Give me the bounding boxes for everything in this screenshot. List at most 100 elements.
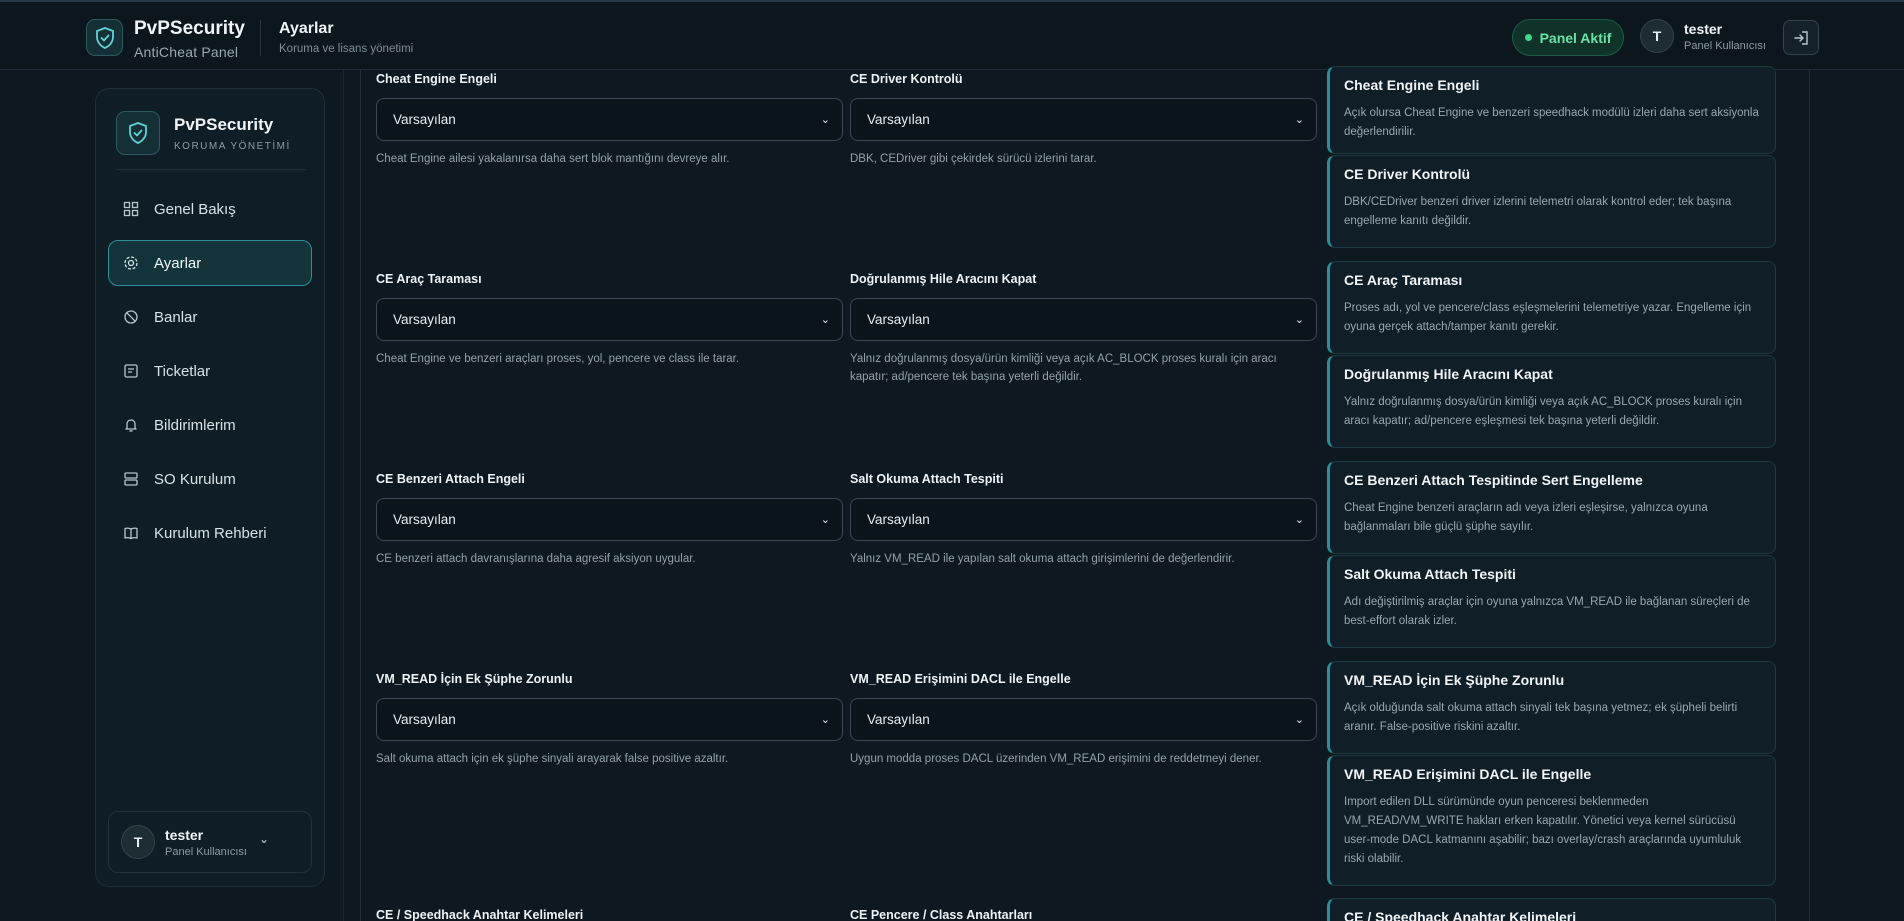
sidebar-brand-title: PvPSecurity [174,114,274,134]
logout-button[interactable] [1783,20,1819,55]
content-divider [343,70,344,921]
info-card-desc: Import edilen DLL sürümünde oyun pencere… [1344,796,1742,865]
info-card-title: CE Benzeri Attach Tespitinde Sert Engell… [1344,472,1643,488]
info-card-vm-read-dacl: VM_READ Erişimini DACL ile Engelle Impor… [1327,755,1776,886]
info-card-vm-read-ek-suphe: VM_READ İçin Ek Şüphe Zorunlu Açık olduğ… [1327,661,1776,754]
logout-icon [1794,30,1808,45]
setting-ce-speedhack-anahtar: CE / Speedhack Anahtar Kelimeleri [376,908,843,921]
setting-ce-pencere-class: CE Pencere / Class Anahtarları [850,908,1317,921]
setting-select[interactable]: Varsayılan ⌄ [850,698,1317,741]
select-value: Varsayılan [393,712,456,727]
setting-select[interactable]: Varsayılan ⌄ [376,298,843,341]
page-title: Ayarlar [279,20,334,37]
setting-select[interactable]: Varsayılan ⌄ [376,498,843,541]
user-name: tester [1684,20,1723,37]
setting-hint: Yalnız VM_READ ile yapılan salt okuma at… [850,553,1235,565]
setting-hint: Uygun modda proses DACL üzerinden VM_REA… [850,753,1262,765]
page-subtitle: Koruma ve lisans yönetimi [279,43,414,55]
info-card-ce-speedhack-anahtar: CE / Speedhack Anahtar Kelimeleri [1327,898,1776,921]
setting-dogrulanmis-hile-araci: Doğrulanmış Hile Aracını Kapat Varsayıla… [850,272,1317,386]
setting-label: CE Driver Kontrolü [850,72,963,86]
info-card-ce-arac-taramasi: CE Araç Taraması Proses adı, yol ve penc… [1327,261,1776,354]
book-icon [124,527,138,540]
select-value: Varsayılan [867,712,930,727]
sidebar-item-ticketlar[interactable]: Ticketlar [108,348,312,394]
user-role: Panel Kullanıcısı [1684,39,1766,52]
setting-vm-read-ek-suphe: VM_READ İçin Ek Şüphe Zorunlu Varsayılan… [376,672,843,768]
sidebar-item-label: Banlar [154,308,198,326]
info-card-desc: Proses adı, yol ve pencere/class eşleşme… [1344,302,1752,333]
ticket-icon [124,364,138,378]
brand-subtitle: AntiCheat Panel [134,44,239,60]
sidebar-item-label: Bildirimlerim [154,416,236,434]
info-card-desc: Adı değiştirilmiş araçlar için oyuna yal… [1344,596,1750,627]
setting-select[interactable]: Varsayılan ⌄ [376,698,843,741]
info-card-ce-benzeri-attach: CE Benzeri Attach Tespitinde Sert Engell… [1327,461,1776,554]
sidebar-item-genel-bakis[interactable]: Genel Bakış [108,186,312,232]
setting-select[interactable]: Varsayılan ⌄ [850,98,1317,141]
status-badge: Panel Aktif [1512,19,1624,56]
setting-salt-okuma-attach: Salt Okuma Attach Tespiti Varsayılan ⌄ Ya… [850,472,1317,568]
chevron-down-icon: ⌄ [1294,514,1304,526]
chevron-down-icon: ⌄ [1294,714,1304,726]
header-divider [260,20,261,56]
sidebar-user-menu[interactable]: T tester Panel Kullanıcısı ⌄ [108,811,312,873]
info-card-title: Salt Okuma Attach Tespiti [1344,566,1516,582]
ban-icon [124,310,138,324]
sidebar-item-kurulum-rehberi[interactable]: Kurulum Rehberi [108,510,312,556]
info-card-ce-driver-kontrolu: CE Driver Kontrolü DBK/CEDriver benzeri … [1327,155,1776,248]
setting-vm-read-dacl: VM_READ Erişimini DACL ile Engelle Varsa… [850,672,1317,768]
sidebar-item-label: Genel Bakış [154,200,236,218]
brand-title: PvPSecurity [134,18,245,39]
sidebar-item-ayarlar[interactable]: Ayarlar [108,240,312,286]
avatar: T [121,825,155,859]
user-name: tester [165,826,204,843]
chevron-down-icon: ⌄ [820,714,830,726]
sidebar-item-label: Ayarlar [154,254,202,272]
chevron-down-icon: ⌄ [258,832,269,846]
shield-logo-icon [116,111,160,155]
setting-label: Salt Okuma Attach Tespiti [850,472,1004,486]
header-user[interactable]: T tester Panel Kullanıcısı [1640,19,1766,53]
user-role: Panel Kullanıcısı [165,845,247,858]
select-value: Varsayılan [867,112,930,127]
info-card-title: CE Araç Taraması [1344,272,1463,288]
setting-select[interactable]: Varsayılan ⌄ [850,298,1317,341]
setting-hint: Salt okuma attach için ek şüphe sinyali … [376,753,729,765]
sidebar-item-banlar[interactable]: Banlar [108,294,312,340]
info-card-desc: Yalnız doğrulanmış dosya/ürün kimliği ve… [1344,396,1742,427]
top-header: PvPSecurity AntiCheat Panel Ayarlar Koru… [0,0,1904,70]
select-value: Varsayılan [393,112,456,127]
sidebar-nav: Genel Bakış Ayarlar Banlar Ticketlar Bil… [108,186,312,564]
select-value: Varsayılan [393,312,456,327]
setting-label: Cheat Engine Engeli [376,72,497,86]
setting-label: CE / Speedhack Anahtar Kelimeleri [376,908,584,921]
setting-ce-arac-taramasi: CE Araç Taraması Varsayılan ⌄ Cheat Engin… [376,272,843,368]
sidebar-item-so-kurulum[interactable]: SO Kurulum [108,456,312,502]
setting-label: CE Araç Taraması [376,272,482,286]
info-card-desc: Açık olduğunda salt okuma attach sinyali… [1344,702,1738,733]
setting-select[interactable]: Varsayılan ⌄ [850,498,1317,541]
info-card-title: CE Driver Kontrolü [1344,166,1471,182]
setting-label: CE Pencere / Class Anahtarları [850,908,1033,921]
info-card-title: VM_READ İçin Ek Şüphe Zorunlu [1344,672,1565,688]
chevron-down-icon: ⌄ [820,314,830,326]
header-brand: PvPSecurity AntiCheat Panel [134,18,245,60]
info-card-desc: DBK/CEDriver benzeri driver izlerini tel… [1344,196,1732,227]
setting-hint: DBK, CEDriver gibi çekirdek sürücü izler… [850,153,1097,165]
avatar: T [1640,19,1674,53]
status-label: Panel Aktif [1539,29,1612,46]
setting-hint: Cheat Engine ve benzeri araçları proses,… [376,353,740,365]
chevron-down-icon: ⌄ [1294,314,1304,326]
info-card-desc: Açık olursa Cheat Engine ve benzeri spee… [1344,107,1759,138]
sidebar-item-bildirimlerim[interactable]: Bildirimlerim [108,402,312,448]
bell-icon [125,419,137,432]
setting-select[interactable]: Varsayılan ⌄ [376,98,843,141]
status-dot-icon [1524,34,1532,41]
setting-ce-benzeri-attach: CE Benzeri Attach Engeli Varsayılan ⌄ CE … [376,472,843,568]
select-value: Varsayılan [393,512,456,527]
sidebar-item-label: Ticketlar [154,362,211,380]
sidebar-brand-subtitle: KORUMA YÖNETİMİ [174,140,291,152]
info-card-dogrulanmis-hile-araci: Doğrulanmış Hile Aracını Kapat Yalnız do… [1327,355,1776,448]
setting-ce-driver-kontrolu: CE Driver Kontrolü Varsayılan ⌄ DBK, CEDr… [850,72,1317,168]
